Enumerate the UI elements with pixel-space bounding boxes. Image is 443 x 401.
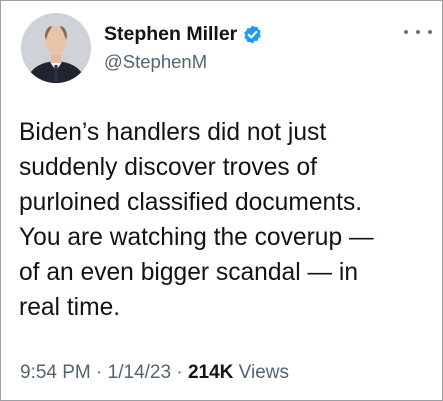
more-dot — [404, 30, 408, 34]
tweet-card: Stephen Miller @StephenM Biden’s handler… — [0, 0, 443, 401]
tweet-text-line: real time. — [19, 294, 121, 321]
tweet-meta: 9:54 PM · 1/14/23 · 214K Views — [20, 362, 289, 384]
tweet-text-line: You are watching the coverup — — [19, 224, 374, 251]
tweet-text-line: Biden’s handlers did not just — [19, 119, 327, 146]
tweet-text-line: purloined classified documents. — [19, 189, 363, 216]
tweet-text: Biden’s handlers did not just suddenly d… — [19, 115, 439, 325]
views-count[interactable]: 214K — [188, 362, 233, 383]
tweet-text-line: of an even bigger scandal — in — [19, 259, 359, 286]
views-label: Views — [233, 362, 289, 383]
more-dot — [416, 30, 420, 34]
avatar[interactable] — [21, 13, 91, 83]
tweet-time[interactable]: 9:54 PM — [20, 362, 91, 383]
author-display-name[interactable]: Stephen Miller — [104, 23, 237, 46]
more-dot — [428, 30, 432, 34]
more-options-icon[interactable] — [404, 25, 432, 39]
tweet-text-line: suddenly discover troves of — [19, 154, 318, 181]
profile-photo — [21, 13, 91, 83]
meta-separator: · — [171, 362, 188, 383]
author-handle[interactable]: @StephenM — [104, 51, 207, 73]
author-name-row[interactable]: Stephen Miller — [104, 23, 263, 46]
meta-separator: · — [90, 362, 108, 383]
tweet-date[interactable]: 1/14/23 — [108, 362, 171, 383]
verified-badge-icon — [242, 24, 263, 45]
